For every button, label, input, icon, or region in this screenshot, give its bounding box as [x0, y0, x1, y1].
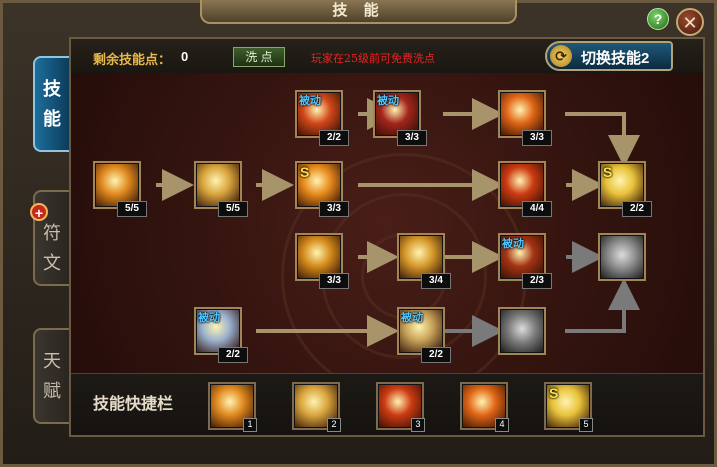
- fire-vortex-icon: [501, 164, 543, 206]
- skill-hotbar: 技能快捷栏 1234S5: [71, 373, 703, 435]
- hotbar-slot-4[interactable]: 4: [460, 382, 509, 432]
- tab-skills-label-2: 能: [43, 109, 61, 129]
- tab-runes-label-2: 文: [43, 253, 61, 273]
- tab-skills[interactable]: 技 能: [33, 56, 69, 152]
- hotbar-slot-number: 4: [495, 418, 509, 432]
- skill-flame-shield[interactable]: 3/3: [295, 233, 349, 289]
- passive-tag: 被动: [377, 95, 399, 107]
- skill-winged-helm[interactable]: 被动 3/3: [373, 90, 427, 146]
- skill-guardian-angel[interactable]: [598, 233, 646, 281]
- passive-tag: 被动: [198, 312, 220, 324]
- skill-level: 5/5: [218, 201, 248, 217]
- skill-level: 2/2: [319, 130, 349, 146]
- tab-talents-label-2: 赋: [43, 381, 61, 401]
- skill-level: 5/5: [117, 201, 147, 217]
- skill-blade-strike[interactable]: 5/5: [194, 161, 248, 217]
- skill-level: 2/2: [218, 347, 248, 363]
- hotbar-slot-1[interactable]: 1: [208, 382, 257, 432]
- passive-tag: 被动: [502, 238, 524, 250]
- skill-level: 2/2: [622, 201, 652, 217]
- skill-level: 3/3: [522, 130, 552, 146]
- skill-swords-cross[interactable]: 被动 2/2: [397, 307, 451, 363]
- super-skill-badge: S: [549, 385, 559, 401]
- super-skill-badge: S: [300, 164, 310, 180]
- dark-crescent-icon: [501, 93, 543, 135]
- guardian-angel-icon: [601, 236, 643, 278]
- super-skill-badge: S: [603, 164, 613, 180]
- hotbar-slot-number: 1: [243, 418, 257, 432]
- tab-talents[interactable]: 天 赋: [33, 328, 69, 424]
- hotbar-slot-3[interactable]: 3: [376, 382, 425, 432]
- link-arrow-locked: [565, 278, 640, 333]
- skill-fire-fist[interactable]: 被动 2/2: [295, 90, 349, 146]
- skill-demon-form[interactable]: 被动 2/3: [498, 233, 552, 289]
- hotbar-slot-5[interactable]: S5: [544, 382, 593, 432]
- window-title: 技 能: [200, 0, 517, 24]
- rune-plus-icon[interactable]: +: [30, 203, 48, 221]
- skill-level: 3/4: [421, 273, 451, 289]
- berserker-icon: [501, 310, 543, 352]
- skill-level: 2/3: [522, 273, 552, 289]
- close-button[interactable]: ✕: [676, 8, 704, 36]
- skill-level: 3/3: [319, 201, 349, 217]
- flame-shield-icon: [298, 236, 340, 278]
- slash-arc-icon: [96, 164, 138, 206]
- hotbar-label: 技能快捷栏: [93, 396, 174, 413]
- sword-clash-icon: [400, 236, 442, 278]
- tab-talents-label-1: 天: [43, 351, 61, 371]
- skill-level: 2/2: [421, 347, 451, 363]
- skill-dark-crescent[interactable]: 3/3: [498, 90, 552, 146]
- blade-strike-icon: [197, 164, 239, 206]
- skill-golden-aura[interactable]: S 2/2: [598, 161, 652, 217]
- skill-level: 3/3: [319, 273, 349, 289]
- skill-berserker[interactable]: [498, 307, 546, 355]
- skill-sword-burst[interactable]: S 3/3: [295, 161, 349, 217]
- link-arrow: [565, 112, 640, 167]
- passive-tag: 被动: [401, 312, 423, 324]
- skill-sword-clash[interactable]: 3/4: [397, 233, 451, 289]
- skill-fire-vortex[interactable]: 4/4: [498, 161, 552, 217]
- tab-skills-label-1: 技: [43, 79, 61, 99]
- skill-level: 4/4: [522, 201, 552, 217]
- skill-panel: 剩余技能点： 0 洗 点 玩家在25级前可免费洗点 ⟳ 切换技能2 被动 2/2…: [69, 37, 705, 437]
- passive-tag: 被动: [299, 95, 321, 107]
- hotbar-slot-number: 5: [579, 418, 593, 432]
- tab-runes-label-1: 符: [43, 223, 61, 243]
- hotbar-slot-2[interactable]: 2: [292, 382, 341, 432]
- help-button[interactable]: ?: [647, 8, 669, 30]
- hotbar-slot-number: 2: [327, 418, 341, 432]
- skill-slash-arc[interactable]: 5/5: [93, 161, 147, 217]
- skill-level: 3/3: [397, 130, 427, 146]
- skill-stone-fist[interactable]: 被动 2/2: [194, 307, 248, 363]
- hotbar-slot-number: 3: [411, 418, 425, 432]
